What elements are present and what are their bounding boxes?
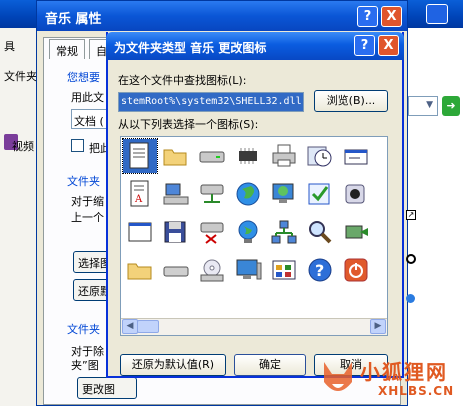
folder-icon xyxy=(127,263,152,280)
icon-printer[interactable] xyxy=(267,139,301,173)
watermark-url: XHLBS.CN xyxy=(378,384,455,398)
icon-window-blank[interactable] xyxy=(123,215,157,249)
group-label-folder-pictures: 文件夹 xyxy=(67,175,100,188)
icon-magnifier[interactable] xyxy=(303,215,337,249)
restore-default-button[interactable]: 还原为默认值(R) xyxy=(120,354,226,376)
svg-text:A: A xyxy=(134,194,143,205)
run-program-icon xyxy=(345,225,368,239)
dialog-close-icon[interactable]: X xyxy=(378,35,399,56)
go-arrow-icon[interactable]: ➜ xyxy=(442,96,460,116)
icon-desktop[interactable] xyxy=(231,253,265,287)
help-icon: ? xyxy=(308,258,332,282)
watermark-name: 小狐狸网 xyxy=(360,360,448,384)
icon-folder-open[interactable] xyxy=(159,139,193,173)
dialog-help-icon[interactable]: ? xyxy=(354,35,375,56)
window-blank-icon xyxy=(128,222,152,242)
ok-button[interactable]: 确定 xyxy=(234,354,306,376)
folder-icon-desc-2: 夹”图 xyxy=(71,359,99,372)
drive-flat-icon xyxy=(163,266,189,277)
icon-clock[interactable] xyxy=(303,139,337,173)
icon-network-drive[interactable] xyxy=(195,177,229,211)
properties-title: 音乐 属性 xyxy=(37,1,407,31)
document-icon xyxy=(129,142,149,169)
template-dropdown[interactable]: 文档 ( xyxy=(71,109,107,129)
drive-icon xyxy=(199,151,225,163)
cd-drive-icon xyxy=(200,259,224,282)
computer-icon xyxy=(163,183,189,205)
icon-control-panel[interactable] xyxy=(267,253,301,287)
menu-item-folder[interactable]: 文件夹 xyxy=(4,68,37,84)
icon-chip[interactable] xyxy=(231,139,265,173)
printer-icon xyxy=(272,144,296,167)
icon-computer[interactable] xyxy=(159,177,193,211)
clock-icon xyxy=(307,146,332,167)
icon-drive[interactable] xyxy=(195,139,229,173)
monitor-globe-icon xyxy=(272,183,294,203)
shortcut-arrow-icon: ↗ xyxy=(406,210,416,220)
icon-window-run[interactable] xyxy=(339,139,373,173)
folder-open-icon xyxy=(163,149,187,166)
icon-checkmark-window[interactable] xyxy=(303,177,337,211)
disk-icon xyxy=(406,254,416,264)
search-icon xyxy=(309,221,332,244)
video-label[interactable]: 视频 xyxy=(12,138,34,154)
checkmark-icon xyxy=(308,183,330,205)
control-panel-icon xyxy=(272,260,296,280)
close-icon[interactable]: X xyxy=(381,6,402,27)
icon-speaker[interactable] xyxy=(339,177,373,211)
folder-picture-desc-1: 对于缩 xyxy=(71,195,104,208)
minimize-button[interactable] xyxy=(426,4,448,24)
icon-list-scrollbar[interactable] xyxy=(121,318,387,335)
scroll-left-icon[interactable]: ◀ xyxy=(122,319,138,334)
icon-list[interactable]: A ? xyxy=(120,136,388,336)
icon-folder[interactable] xyxy=(123,253,157,287)
drive-disconnected-icon xyxy=(200,222,224,244)
fox-logo-icon xyxy=(324,362,352,391)
search-in-file-label: 在这个文件中查找图标(L): xyxy=(118,74,247,87)
icon-globe[interactable] xyxy=(231,177,265,211)
small-globe-icon xyxy=(406,294,415,303)
icon-network[interactable] xyxy=(267,215,301,249)
select-icon-label: 从以下列表选择一个图标(S): xyxy=(118,118,259,131)
icon-document[interactable] xyxy=(122,138,158,174)
folder-picture-desc-2: 上一个 xyxy=(71,211,104,224)
help-icon[interactable]: ? xyxy=(357,6,378,27)
window-run-icon xyxy=(344,149,368,165)
document-text-icon: A xyxy=(130,180,149,207)
globe-icon xyxy=(236,182,260,206)
menu-item-tools[interactable]: 具 xyxy=(4,38,15,54)
group-label-folder-icon: 文件夹 xyxy=(67,323,100,336)
icon-shutdown[interactable] xyxy=(339,253,373,287)
icon-cd-drive[interactable] xyxy=(195,253,229,287)
use-this-label: 用此文 xyxy=(71,91,104,104)
icon-globe-network[interactable] xyxy=(231,215,265,249)
change-icon-button[interactable]: 更改图 xyxy=(77,377,137,399)
floppy-icon xyxy=(164,221,186,243)
address-box[interactable]: ▼ xyxy=(408,96,438,116)
scrollbar-thumb[interactable] xyxy=(137,320,159,333)
apply-subfolders-checkbox[interactable] xyxy=(71,139,84,152)
watermark: 小狐狸网 XHLBS.CN xyxy=(318,350,463,406)
desktop-icon xyxy=(236,259,262,280)
svg-text:?: ? xyxy=(315,261,324,280)
icon-file-path-input[interactable]: stemRoot%\system32\SHELL32.dll xyxy=(118,92,304,112)
tab-general[interactable]: 常规 xyxy=(49,39,85,59)
icon-help[interactable]: ? xyxy=(303,253,337,287)
chevron-down-icon[interactable]: ▼ xyxy=(426,100,433,110)
icon-floppy[interactable] xyxy=(159,215,193,249)
globe-network-icon xyxy=(238,220,258,243)
browse-button[interactable]: 浏览(B)... xyxy=(314,90,388,112)
icon-run-program[interactable] xyxy=(339,215,373,249)
chip-icon xyxy=(239,148,257,164)
scroll-right-icon[interactable]: ▶ xyxy=(370,319,386,334)
icon-drive-flat[interactable] xyxy=(159,253,193,287)
group-label-want: 您想要 xyxy=(67,71,100,84)
icon-drive-disconnected[interactable] xyxy=(195,215,229,249)
icon-monitor-globe[interactable] xyxy=(267,177,301,211)
shutdown-icon xyxy=(344,258,368,282)
speaker-icon xyxy=(345,184,365,204)
icon-document-text[interactable]: A xyxy=(123,177,157,211)
network-drive-icon xyxy=(200,184,224,203)
network-icon xyxy=(271,220,297,244)
